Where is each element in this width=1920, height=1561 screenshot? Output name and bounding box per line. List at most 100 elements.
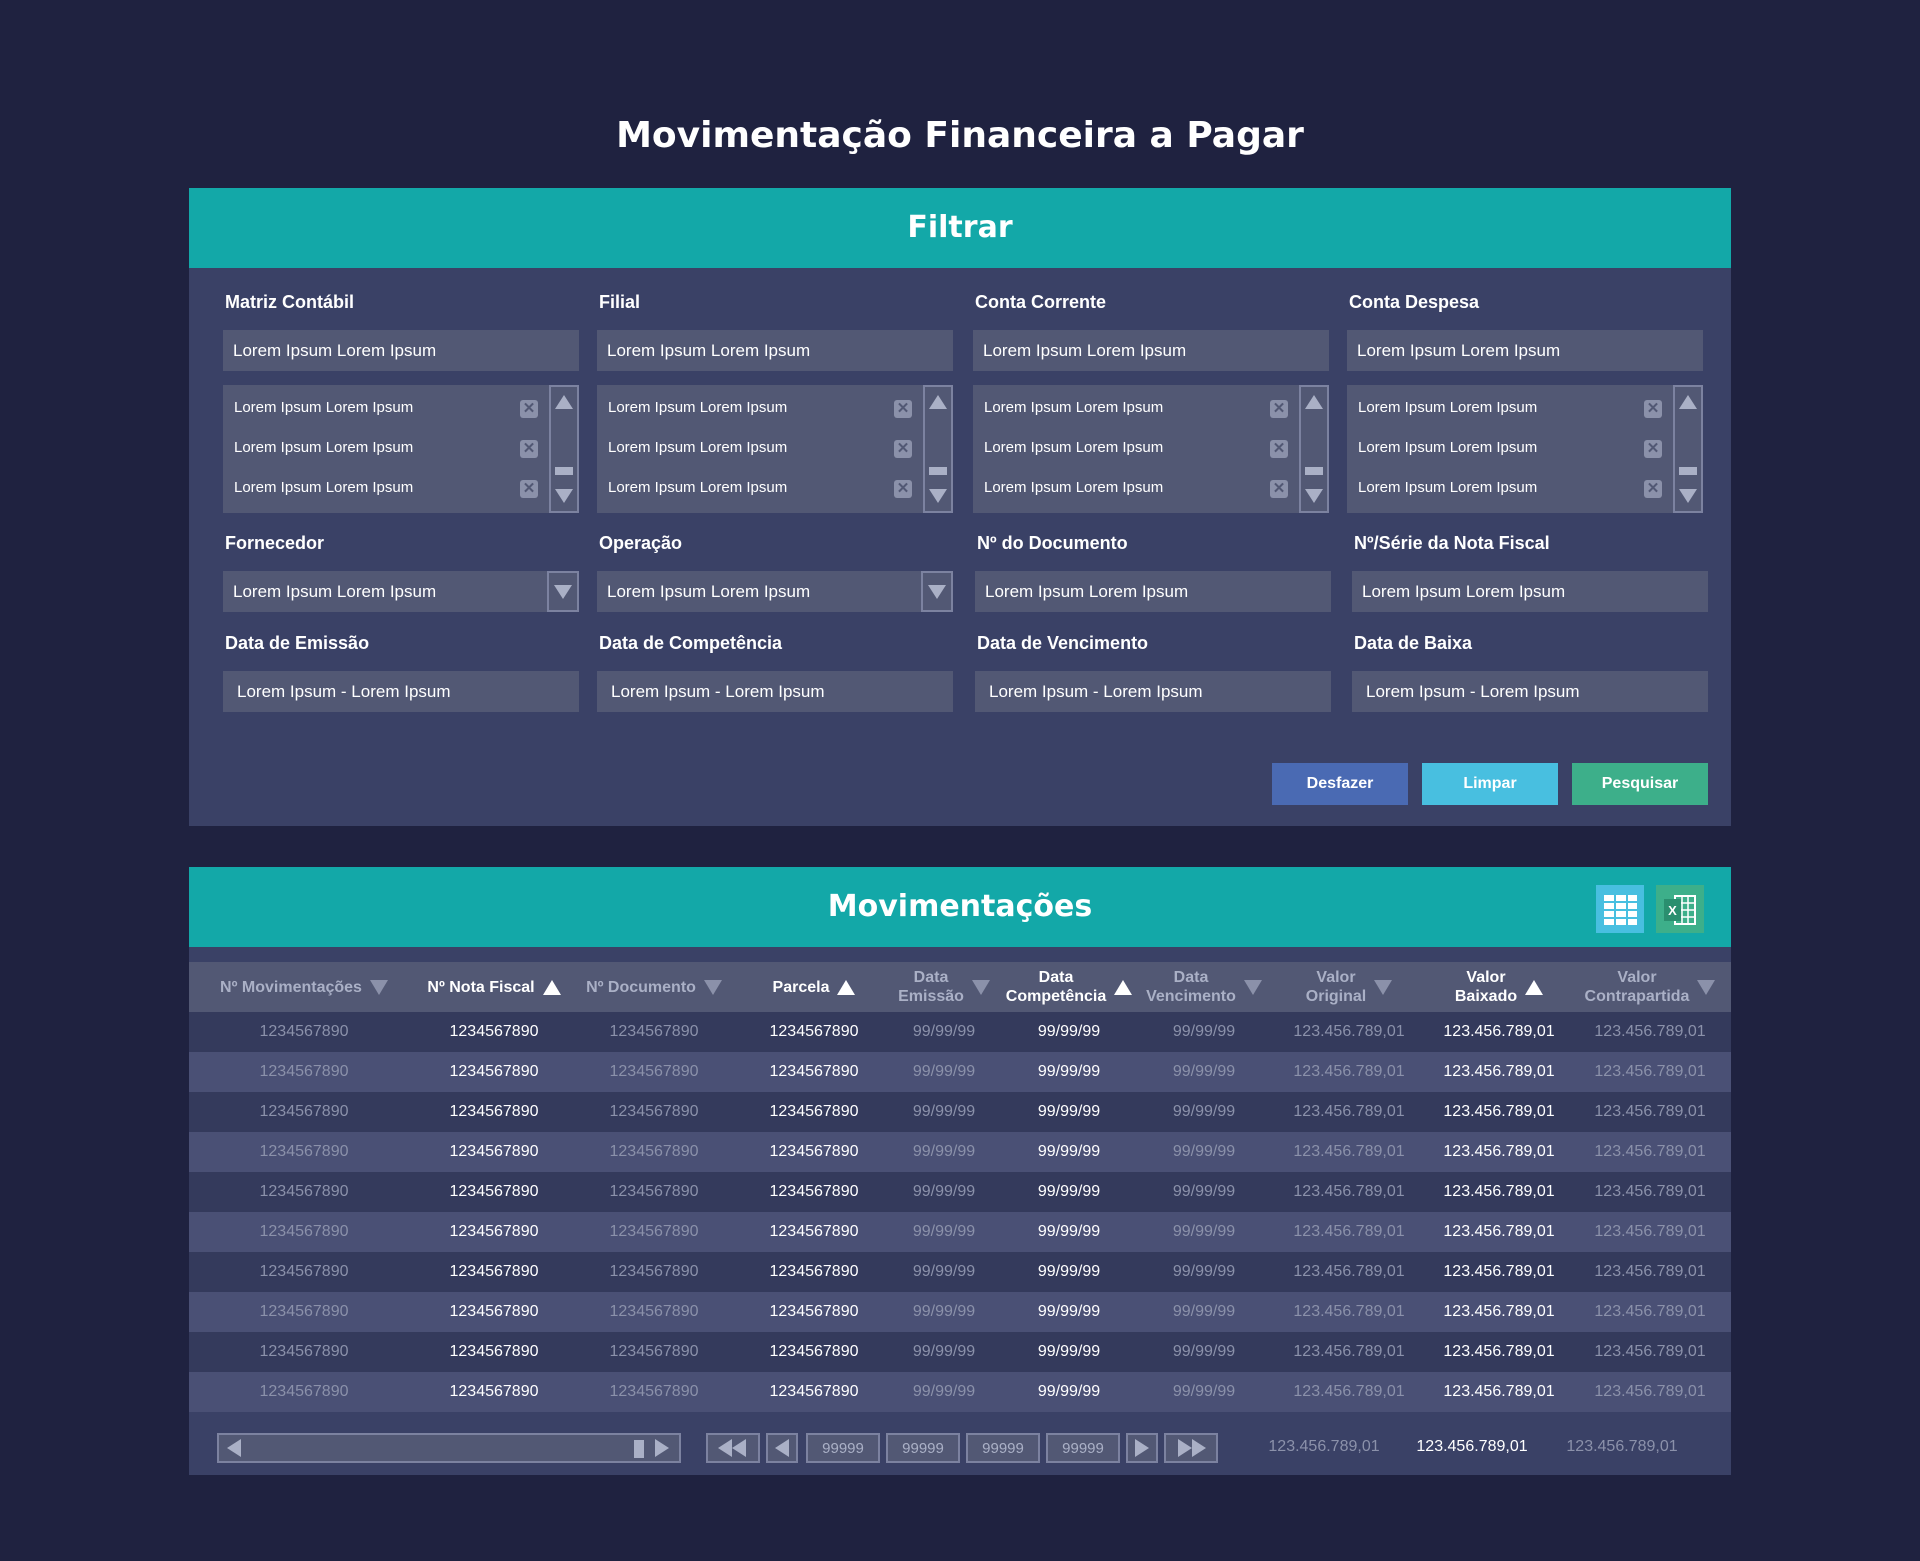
chevron-down-icon[interactable] bbox=[547, 571, 579, 612]
table-row[interactable]: 1234567890 1234567890 1234567890 1234567890… bbox=[189, 1172, 1731, 1212]
sort-ascending-icon[interactable] bbox=[542, 979, 561, 995]
conta-despesa-input[interactable]: Lorem Ipsum Lorem Ipsum bbox=[1347, 330, 1703, 371]
conta-despesa-list-scrollbar[interactable] bbox=[1673, 385, 1703, 513]
remove-item-icon[interactable]: ✕ bbox=[520, 440, 538, 458]
undo-button[interactable]: Desfazer bbox=[1272, 763, 1408, 805]
sort-descending-icon[interactable] bbox=[1243, 979, 1262, 995]
sort-ascending-icon[interactable] bbox=[837, 979, 856, 995]
scroll-thumb[interactable] bbox=[1305, 467, 1323, 475]
column-header[interactable]: Parcela bbox=[739, 962, 889, 1012]
sort-descending-icon[interactable] bbox=[369, 979, 388, 995]
page-number-1[interactable]: 99999 bbox=[806, 1433, 880, 1463]
table-row[interactable]: 1234567890 1234567890 1234567890 1234567890… bbox=[189, 1092, 1731, 1132]
sort-ascending-icon[interactable] bbox=[1525, 979, 1544, 995]
fornecedor-select[interactable]: Lorem Ipsum Lorem Ipsum bbox=[223, 571, 549, 612]
page-number-4[interactable]: 99999 bbox=[1046, 1433, 1120, 1463]
sort-descending-icon[interactable] bbox=[1697, 979, 1716, 995]
conta-corrente-list-scrollbar[interactable] bbox=[1299, 385, 1329, 513]
page-number-2[interactable]: 99999 bbox=[886, 1433, 960, 1463]
matriz-contabil-list-scrollbar[interactable] bbox=[549, 385, 579, 513]
column-header[interactable]: Data Vencimento bbox=[1139, 962, 1269, 1012]
list-item[interactable]: Lorem Ipsum Lorem Ipsum bbox=[1358, 479, 1537, 496]
column-header[interactable]: Valor Baixado bbox=[1429, 962, 1569, 1012]
column-header[interactable]: Data Emissão bbox=[889, 962, 999, 1012]
list-item[interactable]: Lorem Ipsum Lorem Ipsum bbox=[608, 439, 787, 456]
data-de-vencimento-range-input[interactable]: Lorem Ipsum - Lorem Ipsum bbox=[975, 671, 1331, 712]
search-button[interactable]: Pesquisar bbox=[1572, 763, 1708, 805]
next-page-button[interactable] bbox=[1126, 1433, 1158, 1463]
remove-item-icon[interactable]: ✕ bbox=[520, 400, 538, 418]
list-item[interactable]: Lorem Ipsum Lorem Ipsum bbox=[234, 479, 413, 496]
last-page-button[interactable] bbox=[1164, 1433, 1218, 1463]
data-de-emissao-range-input[interactable]: Lorem Ipsum - Lorem Ipsum bbox=[223, 671, 579, 712]
column-header[interactable]: Nº Movimentações bbox=[189, 962, 419, 1012]
scroll-left-icon[interactable] bbox=[227, 1439, 241, 1457]
list-item[interactable]: Lorem Ipsum Lorem Ipsum bbox=[984, 479, 1163, 496]
clear-button[interactable]: Limpar bbox=[1422, 763, 1558, 805]
remove-item-icon[interactable]: ✕ bbox=[1270, 440, 1288, 458]
remove-item-icon[interactable]: ✕ bbox=[1270, 480, 1288, 498]
remove-item-icon[interactable]: ✕ bbox=[894, 440, 912, 458]
first-page-button[interactable] bbox=[706, 1433, 760, 1463]
remove-item-icon[interactable]: ✕ bbox=[1270, 400, 1288, 418]
table-row[interactable]: 1234567890 1234567890 1234567890 1234567890… bbox=[189, 1252, 1731, 1292]
sort-descending-icon[interactable] bbox=[1374, 979, 1393, 995]
page-number-3[interactable]: 99999 bbox=[966, 1433, 1040, 1463]
scroll-down-icon[interactable] bbox=[1679, 489, 1697, 503]
column-header[interactable]: Nº Nota Fiscal bbox=[419, 962, 569, 1012]
scroll-down-icon[interactable] bbox=[1305, 489, 1323, 503]
scroll-down-icon[interactable] bbox=[929, 489, 947, 503]
list-item[interactable]: Lorem Ipsum Lorem Ipsum bbox=[1358, 399, 1537, 416]
scroll-thumb[interactable] bbox=[929, 467, 947, 475]
scroll-thumb[interactable] bbox=[1679, 467, 1697, 475]
remove-item-icon[interactable]: ✕ bbox=[894, 480, 912, 498]
table-row[interactable]: 1234567890 1234567890 1234567890 1234567890… bbox=[189, 1212, 1731, 1252]
list-item[interactable]: Lorem Ipsum Lorem Ipsum bbox=[1358, 439, 1537, 456]
list-item[interactable]: Lorem Ipsum Lorem Ipsum bbox=[234, 439, 413, 456]
list-item[interactable]: Lorem Ipsum Lorem Ipsum bbox=[984, 399, 1163, 416]
filial-list-scrollbar[interactable] bbox=[923, 385, 953, 513]
chevron-down-icon[interactable] bbox=[921, 571, 953, 612]
excel-export-icon[interactable]: X bbox=[1656, 885, 1704, 933]
table-row[interactable]: 1234567890 1234567890 1234567890 1234567890… bbox=[189, 1052, 1731, 1092]
scroll-up-icon[interactable] bbox=[555, 395, 573, 409]
prev-page-button[interactable] bbox=[766, 1433, 798, 1463]
table-row[interactable]: 1234567890 1234567890 1234567890 1234567890… bbox=[189, 1132, 1731, 1172]
n-do-documento-input[interactable]: Lorem Ipsum Lorem Ipsum bbox=[975, 571, 1331, 612]
remove-item-icon[interactable]: ✕ bbox=[520, 480, 538, 498]
scroll-thumb[interactable] bbox=[555, 467, 573, 475]
scroll-up-icon[interactable] bbox=[1679, 395, 1697, 409]
sort-descending-icon[interactable] bbox=[971, 979, 990, 995]
table-row[interactable]: 1234567890 1234567890 1234567890 1234567890… bbox=[189, 1332, 1731, 1372]
n-serie-da-nota-fiscal-input[interactable]: Lorem Ipsum Lorem Ipsum bbox=[1352, 571, 1708, 612]
data-de-baixa-range-input[interactable]: Lorem Ipsum - Lorem Ipsum bbox=[1352, 671, 1708, 712]
sort-ascending-icon[interactable] bbox=[1114, 979, 1133, 995]
list-item[interactable]: Lorem Ipsum Lorem Ipsum bbox=[608, 479, 787, 496]
scroll-up-icon[interactable] bbox=[929, 395, 947, 409]
remove-item-icon[interactable]: ✕ bbox=[1644, 440, 1662, 458]
table-row[interactable]: 1234567890 1234567890 1234567890 1234567890… bbox=[189, 1372, 1731, 1412]
scroll-thumb[interactable] bbox=[634, 1440, 644, 1458]
data-de-competencia-range-input[interactable]: Lorem Ipsum - Lorem Ipsum bbox=[597, 671, 953, 712]
grid-view-icon[interactable] bbox=[1596, 885, 1644, 933]
table-row[interactable]: 1234567890 1234567890 1234567890 1234567890… bbox=[189, 1292, 1731, 1332]
column-header[interactable]: Valor Contrapartida bbox=[1569, 962, 1731, 1012]
column-header[interactable]: Valor Original bbox=[1269, 962, 1429, 1012]
matriz-contabil-input[interactable]: Lorem Ipsum Lorem Ipsum bbox=[223, 330, 579, 371]
scroll-right-icon[interactable] bbox=[655, 1439, 669, 1457]
filial-input[interactable]: Lorem Ipsum Lorem Ipsum bbox=[597, 330, 953, 371]
remove-item-icon[interactable]: ✕ bbox=[1644, 480, 1662, 498]
remove-item-icon[interactable]: ✕ bbox=[894, 400, 912, 418]
remove-item-icon[interactable]: ✕ bbox=[1644, 400, 1662, 418]
conta-corrente-input[interactable]: Lorem Ipsum Lorem Ipsum bbox=[973, 330, 1329, 371]
operacao-select[interactable]: Lorem Ipsum Lorem Ipsum bbox=[597, 571, 923, 612]
list-item[interactable]: Lorem Ipsum Lorem Ipsum bbox=[608, 399, 787, 416]
list-item[interactable]: Lorem Ipsum Lorem Ipsum bbox=[984, 439, 1163, 456]
scroll-up-icon[interactable] bbox=[1305, 395, 1323, 409]
column-header[interactable]: Nº Documento bbox=[569, 962, 739, 1012]
table-row[interactable]: 1234567890 1234567890 1234567890 1234567890… bbox=[189, 1012, 1731, 1052]
scroll-down-icon[interactable] bbox=[555, 489, 573, 503]
sort-descending-icon[interactable] bbox=[703, 979, 722, 995]
horizontal-scrollbar[interactable] bbox=[217, 1433, 681, 1463]
list-item[interactable]: Lorem Ipsum Lorem Ipsum bbox=[234, 399, 413, 416]
